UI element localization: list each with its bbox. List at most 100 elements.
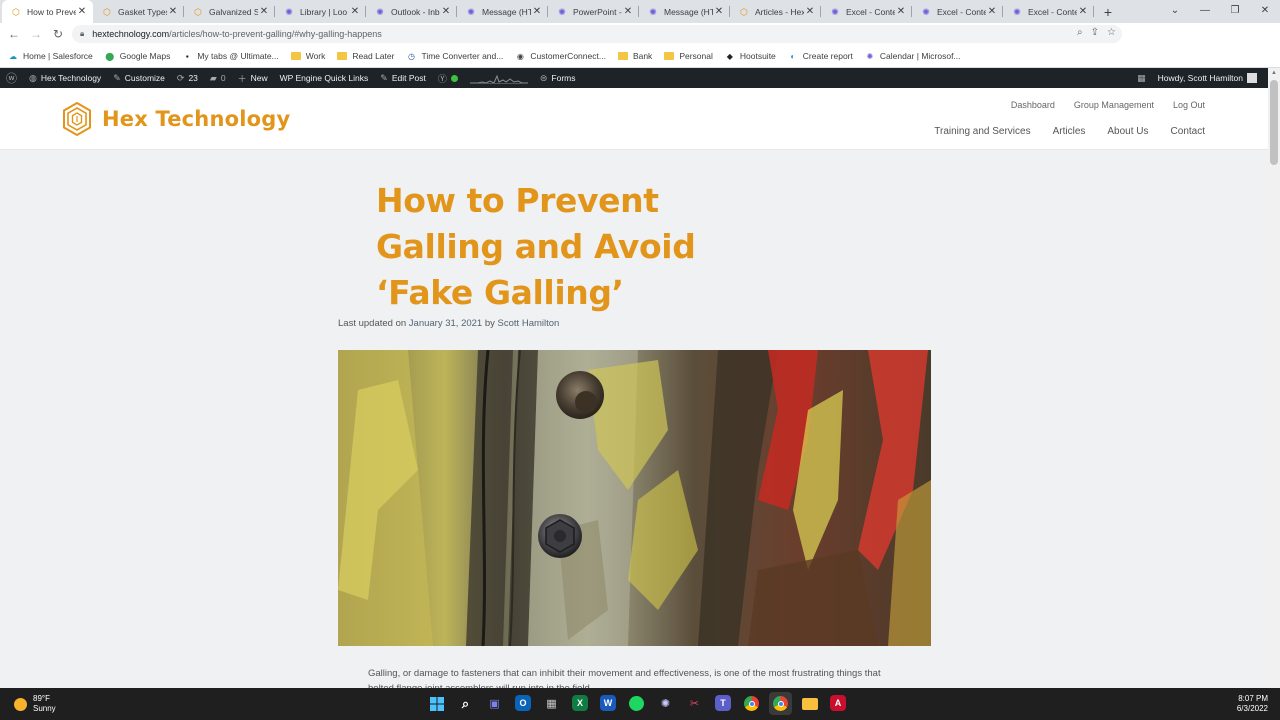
wp-updates-link[interactable]: ⟳ 23 bbox=[171, 68, 204, 88]
tab-close-icon[interactable]: ✕ bbox=[76, 6, 88, 17]
bookmark-item[interactable]: ☁ Home | Salesforce bbox=[8, 51, 93, 61]
browser-tab[interactable]: ✺ Excel - Conte ✕ bbox=[912, 0, 1003, 23]
bookmark-item[interactable]: ✺ Calendar | Microsof... bbox=[865, 51, 961, 61]
system-clock[interactable]: 8:07 PM 6/3/2022 bbox=[1237, 694, 1268, 714]
settings-gear-icon[interactable]: ✺ bbox=[654, 692, 677, 715]
author-link[interactable]: Scott Hamilton bbox=[498, 318, 560, 329]
new-tab-button[interactable]: + bbox=[1094, 0, 1122, 23]
wp-new-link[interactable]: ＋ New bbox=[232, 68, 274, 88]
scrollbar-thumb[interactable] bbox=[1270, 80, 1278, 165]
wp-engine-link[interactable]: WP Engine Quick Links bbox=[274, 68, 375, 88]
wp-comments-count: 0 bbox=[220, 73, 226, 83]
taskbar-search-icon[interactable]: ⌕ bbox=[454, 692, 477, 715]
excel-icon[interactable]: X bbox=[572, 695, 588, 711]
file-explorer-icon[interactable] bbox=[798, 692, 821, 715]
bookmark-item[interactable]: ◐ Create report bbox=[788, 51, 853, 61]
tab-close-icon[interactable]: ✕ bbox=[440, 6, 452, 17]
bookmark-label: Personal bbox=[679, 51, 713, 61]
windows-start-icon[interactable] bbox=[425, 692, 448, 715]
tab-close-icon[interactable]: ✕ bbox=[258, 6, 270, 17]
main-nav-contact[interactable]: Contact bbox=[1171, 126, 1205, 137]
forward-icon[interactable]: → bbox=[25, 23, 47, 45]
wp-notification-icon[interactable]: ▦ bbox=[1131, 68, 1152, 88]
browser-tab[interactable]: ✺ Message (HT ✕ bbox=[639, 0, 730, 23]
wp-admin-bar: ⓦ ◍ Hex Technology ✎ Customize ⟳ 23 ▰ 0 ＋ New… bbox=[0, 68, 1280, 88]
site-logo[interactable]: Hex Technology bbox=[62, 102, 290, 136]
browser-tab[interactable]: ⬡ Articles - Hex ✕ bbox=[730, 0, 821, 23]
browser-tab[interactable]: ✺ PowerPoint - ✕ bbox=[548, 0, 639, 23]
browser-tab[interactable]: ⬡ Galvanized St ✕ bbox=[184, 0, 275, 23]
browser-tab[interactable]: ✺ Outlook - Inb ✕ bbox=[366, 0, 457, 23]
tab-title: Excel - Conte bbox=[1028, 6, 1077, 17]
teams-icon[interactable]: T bbox=[715, 695, 731, 711]
gear-icon: ✺ bbox=[376, 6, 384, 17]
weather-widget[interactable]: 89°F Sunny bbox=[14, 694, 56, 714]
browser-tab[interactable]: ⬡ How to Preve ✕ bbox=[2, 0, 93, 23]
close-window-icon[interactable]: ✕ bbox=[1250, 0, 1280, 20]
calculator-icon[interactable]: ▦ bbox=[540, 692, 563, 715]
chrome-active-icon[interactable] bbox=[769, 692, 792, 715]
tab-close-icon[interactable]: ✕ bbox=[531, 6, 543, 17]
lock-icon[interactable]: 🔒︎ bbox=[80, 29, 84, 39]
tab-search-icon[interactable]: ⌄ bbox=[1160, 0, 1190, 20]
scroll-up-icon[interactable]: ▲ bbox=[1268, 68, 1280, 78]
bookmark-item[interactable]: ◉ CustomerConnect... bbox=[515, 51, 606, 61]
teams-chat-icon[interactable]: ▣ bbox=[483, 692, 506, 715]
main-nav-training-and-services[interactable]: Training and Services bbox=[934, 126, 1030, 137]
bookmark-item[interactable]: Personal bbox=[664, 51, 713, 61]
wp-account-link[interactable]: Howdy, Scott Hamilton bbox=[1152, 68, 1263, 88]
browser-tab[interactable]: ✺ Message (HT ✕ bbox=[457, 0, 548, 23]
page-scrollbar[interactable]: ▲ bbox=[1268, 68, 1280, 688]
back-icon[interactable]: ← bbox=[3, 23, 25, 45]
site-name: Hex Technology bbox=[102, 107, 291, 131]
wp-customize-link[interactable]: ✎ Customize bbox=[107, 68, 171, 88]
browser-tab[interactable]: ⬡ Gasket Types ✕ bbox=[93, 0, 184, 23]
share-icon[interactable]: ⇪ bbox=[1091, 27, 1099, 38]
browser-tab[interactable]: ✺ Library | Loo ✕ bbox=[275, 0, 366, 23]
wp-seo-link[interactable]: Ⓨ bbox=[432, 68, 464, 88]
address-bar[interactable]: 🔒︎ hextechnology.com/articles/how-to-pre… bbox=[72, 25, 1122, 43]
bookmark-item[interactable]: Work bbox=[290, 51, 325, 61]
spotify-icon[interactable] bbox=[625, 692, 648, 715]
tab-close-icon[interactable]: ✕ bbox=[1077, 6, 1089, 17]
bookmark-item[interactable]: ◷ Time Converter and... bbox=[406, 51, 503, 61]
reload-icon[interactable]: ↻ bbox=[47, 23, 69, 45]
minimize-icon[interactable]: — bbox=[1190, 0, 1220, 20]
bookmark-label: Calendar | Microsof... bbox=[879, 51, 961, 61]
tab-close-icon[interactable]: ✕ bbox=[986, 6, 998, 17]
bookmark-item[interactable]: Bank bbox=[617, 51, 652, 61]
tab-close-icon[interactable]: ✕ bbox=[804, 6, 816, 17]
bookmark-star-icon[interactable]: ☆ bbox=[1107, 27, 1116, 38]
utility-nav-dashboard[interactable]: Dashboard bbox=[1011, 100, 1055, 110]
tab-close-icon[interactable]: ✕ bbox=[167, 6, 179, 17]
wp-logo-icon[interactable]: ⓦ bbox=[0, 68, 23, 88]
tab-close-icon[interactable]: ✕ bbox=[713, 6, 725, 17]
main-nav-articles[interactable]: Articles bbox=[1053, 126, 1086, 137]
wp-stats-sparkline[interactable] bbox=[464, 68, 534, 88]
wp-edit-post-link[interactable]: ✎ Edit Post bbox=[374, 68, 432, 88]
word-icon[interactable]: W bbox=[600, 695, 616, 711]
article-date-link[interactable]: January 31, 2021 bbox=[409, 318, 482, 329]
report-icon: ◐ bbox=[790, 51, 796, 61]
snipping-tool-icon[interactable]: ✂ bbox=[683, 692, 706, 715]
tab-close-icon[interactable]: ✕ bbox=[622, 6, 634, 17]
main-nav-about-us[interactable]: About Us bbox=[1107, 126, 1148, 137]
utility-nav-log-out[interactable]: Log Out bbox=[1173, 100, 1205, 110]
browser-tab[interactable]: ✺ Excel - Conte ✕ bbox=[1003, 0, 1094, 23]
acrobat-icon[interactable]: A bbox=[830, 695, 846, 711]
bookmark-item[interactable]: ▪ My tabs @ Ultimate... bbox=[182, 51, 279, 61]
tab-close-icon[interactable]: ✕ bbox=[895, 6, 907, 17]
utility-nav-group-management[interactable]: Group Management bbox=[1074, 100, 1154, 110]
wp-comments-link[interactable]: ▰ 0 bbox=[204, 68, 232, 88]
outlook-icon[interactable]: O bbox=[515, 695, 531, 711]
chrome-icon[interactable] bbox=[740, 692, 763, 715]
bookmark-item[interactable]: Read Later bbox=[337, 51, 394, 61]
wp-forms-link[interactable]: ⊜ Forms bbox=[534, 68, 582, 88]
zoom-icon[interactable]: ⌕ bbox=[1077, 27, 1083, 38]
restore-icon[interactable]: ❐ bbox=[1220, 0, 1250, 20]
bookmark-item[interactable]: ◆ Hootsuite bbox=[725, 51, 776, 61]
browser-tab[interactable]: ✺ Excel - Conte ✕ bbox=[821, 0, 912, 23]
bookmark-item[interactable]: ⬤ Google Maps bbox=[105, 51, 170, 61]
wp-site-link[interactable]: ◍ Hex Technology bbox=[23, 68, 107, 88]
tab-close-icon[interactable]: ✕ bbox=[349, 6, 361, 17]
